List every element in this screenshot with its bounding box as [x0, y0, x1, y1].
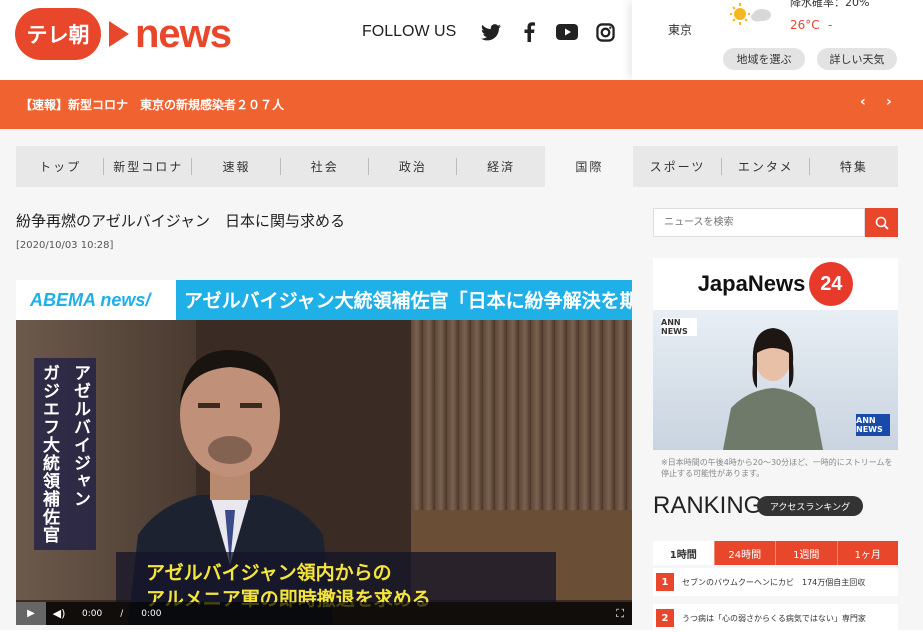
article-date: [2020/10/03 10:28]: [16, 240, 114, 251]
speaker-name-caption: アゼルバイジャン ガジエフ大統領補佐官: [34, 358, 96, 550]
weather-widget: 東京 降水確率：20% 26°C - 地域を選ぶ 詳しい天気: [632, 0, 923, 80]
tab-24-hours[interactable]: 24時間: [715, 541, 776, 565]
caption-name: ガジエフ大統領補佐官: [39, 364, 59, 544]
logo-play-triangle: [109, 21, 129, 47]
tab-1-hour[interactable]: 1時間: [653, 541, 715, 565]
ranking-headline: うつ病は「心の弱さからくる病気ではない」専門家: [682, 613, 866, 623]
video-player[interactable]: ABEMA news/ アゼルバイジャン大統領補佐官「日本に紛争解決を期待」 ア…: [16, 280, 632, 625]
facebook-icon[interactable]: [518, 21, 540, 43]
total-time: 0:00: [141, 608, 162, 619]
current-time: 0:00: [82, 608, 103, 619]
follow-us: FOLLOW US: [362, 21, 624, 43]
ranking-title: RANKING: [653, 492, 763, 519]
ranking-item[interactable]: 1 セブンのバウムクーヘンにカビ 174万個自主回収: [653, 568, 898, 596]
video-headline: アゼルバイジャン大統領補佐官「日本に紛争解決を期待」: [184, 290, 632, 312]
video-curtain: [411, 320, 632, 510]
time-separator: /: [120, 608, 124, 619]
japanews24-banner[interactable]: JapaNews 24: [653, 258, 898, 310]
nav-item-sports[interactable]: スポーツ: [633, 146, 722, 187]
video-headline-banner: ABEMA news/ アゼルバイジャン大統領補佐官「日本に紛争解決を期待」: [16, 280, 632, 320]
nav-item-breaking[interactable]: 速報: [192, 146, 281, 187]
detailed-weather-button[interactable]: 詳しい天気: [817, 48, 897, 70]
ranking-tabs: 1時間 24時間 1週間 1ヶ月: [653, 541, 898, 565]
twitter-icon[interactable]: [480, 21, 502, 43]
breaking-news-bar: 【速報】新型コロナ 東京の新規感染者２０７人 ‹ ›: [0, 80, 923, 129]
youtube-icon[interactable]: [556, 21, 579, 43]
news-search-input[interactable]: [653, 208, 865, 237]
logo-news-text: news: [135, 11, 232, 56]
instagram-icon[interactable]: [594, 21, 616, 43]
prev-arrow-icon[interactable]: ‹: [860, 94, 866, 110]
search-icon: [875, 216, 889, 230]
subtitle-line-1: アゼルバイジャン領内からの: [146, 562, 392, 584]
category-nav: トップ 新型コロナ 速報 社会 政治 経済 国際 スポーツ エンタメ 特集: [16, 146, 898, 187]
ranking-headline: セブンのバウムクーヘンにカビ 174万個自主回収: [682, 577, 866, 587]
access-ranking-badge: アクセスランキング: [757, 496, 863, 516]
news-anchor-figure: [723, 328, 823, 450]
ranking-number: 1: [656, 573, 674, 591]
abema-news-logo: ABEMA news/: [16, 280, 176, 320]
tab-1-week[interactable]: 1週間: [776, 541, 838, 565]
search-button[interactable]: [865, 208, 898, 237]
site-header: テレ朝 news FOLLOW US 東京 降水確率：20% 26°C - 地域…: [0, 0, 923, 80]
temperature-low: -: [828, 18, 833, 32]
ranking-item[interactable]: 2 うつ病は「心の弱さからくる病気ではない」専門家: [653, 604, 898, 632]
nav-item-covid[interactable]: 新型コロナ: [104, 146, 193, 187]
nav-item-international[interactable]: 国際: [545, 146, 634, 187]
article-title: 紛争再燃のアゼルバイジャン 日本に関与求める: [16, 212, 345, 230]
play-icon[interactable]: ▶: [16, 602, 46, 625]
next-arrow-icon[interactable]: ›: [886, 94, 892, 110]
ann-news-corner-badge: ANN NEWS: [856, 414, 890, 436]
japanews-24-badge: 24: [809, 262, 854, 306]
nav-item-entertainment[interactable]: エンタメ: [722, 146, 811, 187]
rain-probability: 降水確率：20%: [790, 0, 870, 9]
sun-cloud-icon: [730, 2, 780, 32]
nav-item-features[interactable]: 特集: [810, 146, 898, 187]
video-controls: ▶ ◀) 0:00 / 0:00 ⛶: [16, 602, 632, 625]
nav-item-society[interactable]: 社会: [281, 146, 370, 187]
nav-item-top[interactable]: トップ: [16, 146, 105, 187]
select-region-button[interactable]: 地域を選ぶ: [723, 48, 805, 70]
logo-badge: テレ朝: [15, 8, 101, 60]
japanews24-stream[interactable]: ANN NEWS ANN NEWS: [653, 310, 898, 450]
nav-item-economy[interactable]: 経済: [457, 146, 545, 187]
nav-item-politics[interactable]: 政治: [369, 146, 458, 187]
weather-city: 東京: [668, 23, 693, 37]
ranking-number: 2: [656, 609, 674, 627]
tab-1-month[interactable]: 1ヶ月: [838, 541, 899, 565]
fullscreen-icon[interactable]: ⛶: [616, 607, 624, 621]
stream-notice: ※日本時間の午後4時から20～30分ほど、一時的にストリームを停止する可能性があ…: [661, 458, 893, 478]
tv-asahi-news-logo[interactable]: テレ朝 news: [15, 8, 232, 60]
temperature: 26°C: [790, 18, 820, 32]
ann-news-badge: ANN NEWS: [661, 318, 697, 336]
follow-us-label: FOLLOW US: [362, 23, 457, 40]
volume-icon[interactable]: ◀): [46, 607, 72, 620]
japanews-logo-text: JapaNews: [697, 271, 806, 296]
caption-country: アゼルバイジャン: [70, 364, 90, 508]
breaking-news-link[interactable]: 【速報】新型コロナ 東京の新規感染者２０７人: [20, 96, 284, 113]
